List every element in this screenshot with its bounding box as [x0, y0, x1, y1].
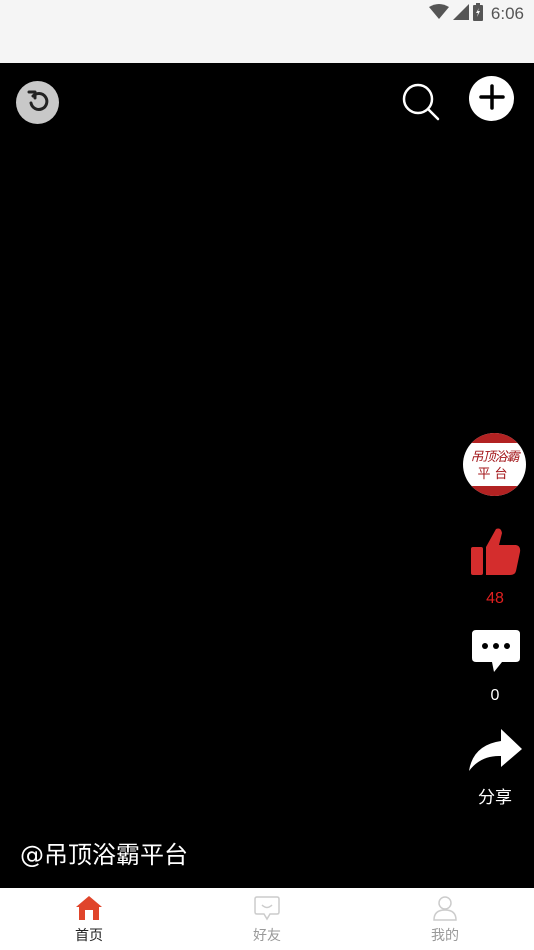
like-button[interactable]	[466, 525, 524, 583]
refresh-icon	[24, 87, 52, 119]
avatar-band-bottom	[463, 486, 526, 496]
nav-label-home: 首页	[75, 928, 103, 944]
refresh-button[interactable]	[16, 81, 59, 124]
user-icon	[431, 894, 459, 922]
home-icon	[75, 894, 103, 922]
app-screen: 6:06 吊顶浴霸 平台 48 0 分享 @吊顶浴霸平台 首页 好友 我的	[0, 0, 534, 950]
video-player[interactable]: 吊顶浴霸 平台 48 0 分享 @吊顶浴霸平台	[0, 63, 534, 888]
nav-item-me[interactable]: 我的	[356, 888, 534, 950]
add-button[interactable]	[469, 76, 514, 121]
search-icon	[400, 81, 440, 125]
share-label: 分享	[478, 788, 512, 808]
status-time: 6:06	[490, 4, 524, 23]
author-name[interactable]: @吊顶浴霸平台	[20, 835, 188, 870]
signal-icon	[452, 4, 469, 24]
message-icon	[253, 894, 281, 922]
search-button[interactable]	[398, 81, 442, 125]
avatar-logo-line2: 平台	[477, 467, 512, 482]
bottom-nav: 首页 好友 我的	[0, 888, 534, 950]
comment-count: 0	[490, 687, 500, 704]
wifi-icon	[428, 4, 449, 24]
share-icon	[467, 727, 523, 777]
share-button[interactable]	[466, 728, 524, 776]
thumbs-up-icon	[468, 525, 522, 583]
avatar-band-top	[463, 433, 526, 443]
nav-label-me: 我的	[431, 928, 459, 944]
nav-label-friends: 好友	[253, 928, 281, 944]
battery-icon	[472, 3, 483, 25]
like-count: 48	[486, 590, 504, 607]
status-indicators: 6:06	[428, 3, 524, 25]
nav-item-home[interactable]: 首页	[0, 888, 178, 950]
comment-button[interactable]	[468, 628, 524, 680]
add-icon	[478, 83, 505, 114]
status-bar: 6:06	[0, 0, 534, 63]
nav-item-friends[interactable]: 好友	[178, 888, 356, 950]
author-avatar[interactable]: 吊顶浴霸 平台	[463, 433, 526, 496]
comment-icon	[470, 628, 522, 680]
